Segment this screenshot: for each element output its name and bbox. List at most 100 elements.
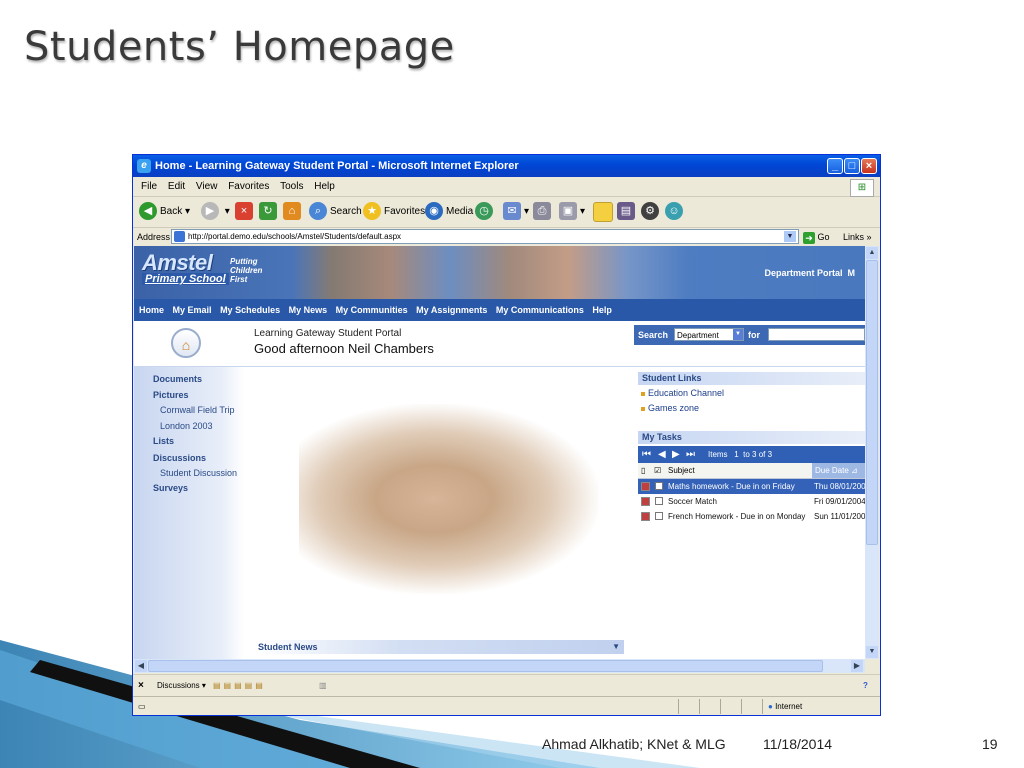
last-page-icon[interactable]: ⏭ bbox=[686, 446, 695, 463]
task-checkbox[interactable] bbox=[655, 482, 663, 490]
links-button[interactable]: Links » bbox=[843, 228, 872, 246]
link-label: Education Channel bbox=[648, 388, 725, 398]
chevron-down-icon[interactable]: ▼ bbox=[612, 640, 620, 654]
nav-student-discussion[interactable]: Student Discussion bbox=[160, 468, 237, 478]
menu-favorites[interactable]: Favorites bbox=[228, 181, 269, 192]
scroll-down-icon[interactable]: ▼ bbox=[866, 646, 878, 658]
menu-view[interactable]: View bbox=[196, 181, 218, 192]
nav-surveys[interactable]: Surveys bbox=[153, 483, 188, 493]
nav-documents[interactable]: Documents bbox=[153, 374, 202, 384]
home-icon-button[interactable]: ⌂ bbox=[171, 328, 201, 358]
favorites-button[interactable]: ★ Favorites bbox=[363, 202, 425, 222]
search-for-label: for bbox=[748, 330, 760, 340]
discussion-pane-icon[interactable]: ▥ bbox=[319, 675, 327, 697]
banner-photo bbox=[292, 246, 687, 299]
vertical-scrollbar[interactable]: ▲ ▼ bbox=[865, 246, 879, 659]
task-icon bbox=[641, 482, 650, 491]
nav-home[interactable]: Home bbox=[139, 305, 164, 315]
browser-window: e Home - Learning Gateway Student Portal… bbox=[132, 154, 881, 716]
print-button[interactable]: ⎙ bbox=[533, 202, 554, 222]
nav-lists[interactable]: Lists bbox=[153, 436, 174, 446]
link-games-zone[interactable]: Games zone bbox=[641, 403, 699, 413]
search-scope-select[interactable]: Department ▼ bbox=[674, 328, 744, 341]
horizontal-scroll-thumb[interactable] bbox=[148, 660, 823, 672]
tasks-items-count: Items 1 to 3 of 3 bbox=[708, 450, 773, 459]
home-toolbar-button[interactable]: ⌂ bbox=[283, 202, 304, 222]
nav-pictures[interactable]: Pictures bbox=[153, 390, 189, 400]
discussions-toolbar: × Discussions ▾ ▤▤▤▤▤ ▥ ? bbox=[133, 674, 880, 697]
mail-button[interactable]: ✉ ▾ bbox=[503, 202, 529, 222]
col-subject[interactable]: Subject bbox=[668, 463, 695, 478]
next-page-icon[interactable]: ▶ bbox=[672, 446, 680, 463]
discussions-menu[interactable]: Discussions ▾ bbox=[157, 675, 206, 697]
research-button[interactable]: ▤ bbox=[617, 202, 638, 222]
link-education-channel[interactable]: Education Channel bbox=[641, 388, 724, 398]
vertical-scroll-thumb[interactable] bbox=[866, 260, 878, 545]
help-icon[interactable]: ? bbox=[863, 675, 868, 697]
task-checkbox[interactable] bbox=[655, 497, 663, 505]
back-button[interactable]: ◀ Back ▾ bbox=[139, 202, 190, 222]
stop-button[interactable]: × bbox=[235, 202, 256, 222]
left-nav: Documents Pictures Cornwall Field Trip L… bbox=[134, 367, 244, 659]
student-news-label: Student News bbox=[258, 642, 318, 652]
prev-page-icon[interactable]: ◀ bbox=[658, 446, 666, 463]
search-toolbar-button[interactable]: ⌕ Search bbox=[309, 202, 362, 222]
menu-file[interactable]: File bbox=[141, 181, 157, 192]
checkbox-header-icon[interactable]: ☑ bbox=[654, 463, 661, 478]
messenger-button[interactable]: ☺ bbox=[665, 202, 686, 222]
discussion-tools-icons[interactable]: ▤▤▤▤▤ bbox=[213, 675, 266, 697]
stop-icon: × bbox=[235, 202, 253, 221]
nav-my-email[interactable]: My Email bbox=[173, 305, 212, 315]
nav-my-schedules[interactable]: My Schedules bbox=[220, 305, 280, 315]
portal-search: Search Department ▼ for bbox=[634, 325, 865, 345]
nav-help[interactable]: Help bbox=[592, 305, 612, 315]
first-page-icon[interactable]: ⏮ bbox=[642, 446, 651, 463]
close-button[interactable]: × bbox=[861, 158, 877, 174]
horizontal-scrollbar[interactable]: ◀ ▶ bbox=[134, 659, 865, 673]
media-button[interactable]: ◉ Media bbox=[425, 202, 473, 222]
task-subject: Maths homework - Due in on Friday bbox=[668, 482, 795, 491]
address-dropdown-icon[interactable]: ▼ bbox=[784, 231, 796, 242]
nav-cornwall-field-trip[interactable]: Cornwall Field Trip bbox=[160, 405, 235, 415]
address-bar: Address http://portal.demo.edu/schools/A… bbox=[133, 228, 880, 246]
nav-discussions[interactable]: Discussions bbox=[153, 453, 206, 463]
go-label: Go bbox=[817, 232, 830, 242]
menu-help[interactable]: Help bbox=[314, 181, 335, 192]
new-item-icon[interactable]: ▯ bbox=[641, 463, 645, 478]
address-input[interactable]: http://portal.demo.edu/schools/Amstel/St… bbox=[171, 229, 799, 244]
nav-my-news[interactable]: My News bbox=[289, 305, 328, 315]
bike-button[interactable]: ⚙ bbox=[641, 202, 662, 222]
edit-button[interactable]: ▣ ▾ bbox=[559, 202, 585, 222]
school-logo-subtitle[interactable]: Primary School bbox=[142, 273, 229, 285]
back-label: Back bbox=[160, 206, 183, 217]
department-portal-link[interactable]: Department Portal M bbox=[764, 268, 855, 278]
nav-my-communities[interactable]: My Communities bbox=[336, 305, 408, 315]
task-row[interactable]: Soccer Match Fri 09/01/2004 bbox=[638, 494, 865, 509]
task-row[interactable]: Maths homework - Due in on Friday Thu 08… bbox=[638, 479, 865, 494]
menu-edit[interactable]: Edit bbox=[168, 181, 185, 192]
minimize-button[interactable]: _ bbox=[827, 158, 843, 174]
close-toolbar-icon[interactable]: × bbox=[138, 675, 144, 697]
welcome-header: ⌂ Learning Gateway Student Portal Good a… bbox=[134, 321, 865, 367]
col-due-date[interactable]: Due Date ⊿ bbox=[812, 463, 865, 478]
nav-my-communications[interactable]: My Communications bbox=[496, 305, 584, 315]
scroll-left-icon[interactable]: ◀ bbox=[135, 660, 147, 672]
search-input[interactable] bbox=[768, 328, 865, 341]
maximize-button[interactable]: □ bbox=[844, 158, 860, 174]
footer-date: 11/18/2014 bbox=[763, 736, 833, 752]
status-divider bbox=[720, 699, 721, 714]
status-divider bbox=[762, 699, 763, 714]
nav-my-assignments[interactable]: My Assignments bbox=[416, 305, 487, 315]
nav-london-2003[interactable]: London 2003 bbox=[160, 421, 213, 431]
go-button[interactable]: ➜ Go bbox=[803, 228, 830, 246]
task-checkbox[interactable] bbox=[655, 512, 663, 520]
media-icon: ◉ bbox=[425, 202, 443, 221]
scroll-up-icon[interactable]: ▲ bbox=[866, 247, 878, 259]
refresh-button[interactable]: ↻ bbox=[259, 202, 280, 222]
scroll-right-icon[interactable]: ▶ bbox=[851, 660, 863, 672]
history-button[interactable]: ◷ bbox=[475, 202, 496, 222]
note-button[interactable] bbox=[593, 202, 616, 222]
forward-button[interactable]: ▶ ▾ bbox=[201, 202, 230, 222]
task-row[interactable]: French Homework - Due in on Monday Sun 1… bbox=[638, 509, 865, 524]
menu-tools[interactable]: Tools bbox=[280, 181, 303, 192]
